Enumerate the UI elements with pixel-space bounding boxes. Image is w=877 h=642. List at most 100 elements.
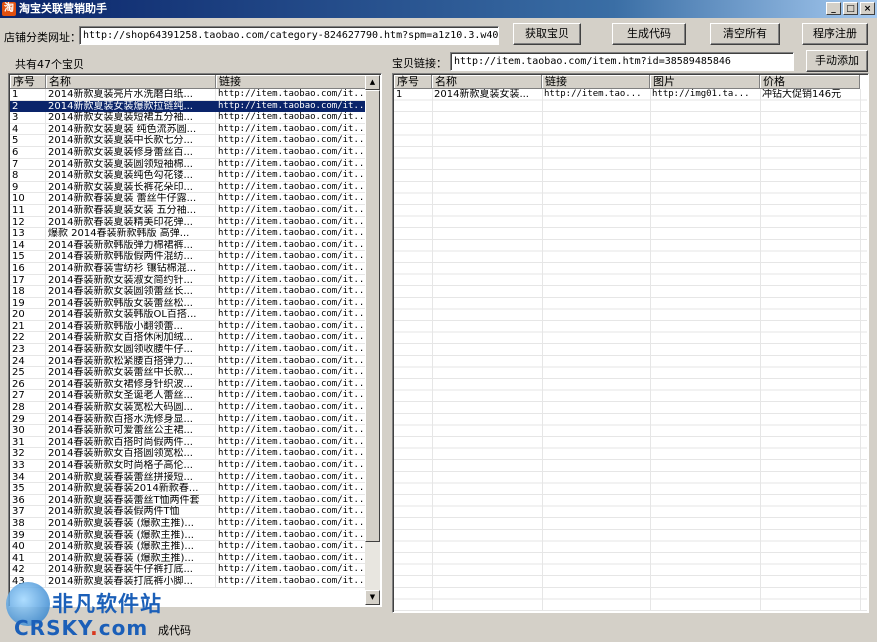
table-row[interactable]: 9 2014新款女装夏装长裤花朵印... http://item.taobao.co…: [10, 181, 367, 194]
table-row[interactable]: 42 2014新款夏装春装牛仔裤打底... http://item.taobao.c…: [10, 564, 367, 576]
table-row[interactable]: 20 2014春装新款女装韩版OL百搭... http://item.taobao.…: [10, 309, 367, 321]
manual-add-button[interactable]: 手动添加: [806, 50, 868, 72]
cell-name: 2014新款夏装春装蕾丝T恤两件套: [46, 494, 216, 507]
table-row[interactable]: 13 爆款 2014春装新款韩版 高弹... http://item.taobao.…: [10, 228, 367, 240]
table-row[interactable]: 27 2014春装新款女圣诞老人蕾丝... http://item.taobao.c…: [10, 390, 367, 403]
cell-no: 39: [10, 529, 46, 542]
table-row[interactable]: 4 2014新款女装夏装 纯色流苏圆... http://item.taobao.c…: [10, 123, 367, 136]
cell-link: http://item.taobao.com/it...: [216, 193, 367, 205]
table-row[interactable]: 30 2014春装新款可爱蕾丝公主裙... http://item.taobao.c…: [10, 425, 367, 437]
close-button[interactable]: ×: [860, 2, 875, 15]
cell-name: 2014新款女装夏装 纯色流苏圆...: [46, 123, 216, 136]
table-row[interactable]: 38 2014新款夏装春装 (爆款主推)... http://item.taobao…: [10, 517, 367, 530]
maximize-button[interactable]: □: [843, 2, 858, 15]
cell-no: 38: [10, 517, 46, 530]
table-row[interactable]: 31 2014春装新款百搭时尚假两件... http://item.taobao.c…: [10, 436, 367, 449]
col-no-header[interactable]: 序号: [10, 75, 46, 89]
cell-no: 32: [10, 448, 46, 460]
table-row[interactable]: 36 2014新款夏装春装蕾丝T恤两件套 http://item.taobao.co…: [10, 494, 367, 507]
col-link-header[interactable]: 链接: [216, 75, 367, 89]
cell-name: 2014新款春装雪纺衫 镶钻棉混...: [46, 262, 216, 275]
minimize-button[interactable]: _: [826, 2, 841, 15]
cell-link: http://item.taobao.com/it...: [216, 262, 367, 275]
table-row[interactable]: 29 2014春装新款百搭水洗修身显... http://item.taobao.c…: [10, 413, 367, 426]
table-row[interactable]: 14 2014春装新款韩版弹力棉裙裤... http://item.taobao.c…: [10, 239, 367, 252]
shop-url-input[interactable]: http://shop64391258.taobao.com/category-…: [79, 26, 499, 45]
cell-name: 爆款 2014春装新款韩版 高弹...: [46, 228, 216, 240]
table-row[interactable]: 41 2014新款夏装春装 (爆款主推)... http://item.taobao…: [10, 552, 367, 565]
clear-all-button[interactable]: 清空所有: [710, 23, 780, 45]
table-row[interactable]: 10 2014新款春装夏装 蕾丝牛仔露... http://item.taobao.…: [10, 193, 367, 205]
table-row[interactable]: 23 2014春装新款女圆领收腰牛仔... http://item.taobao.c…: [10, 344, 367, 356]
cell-no: 3: [10, 112, 46, 124]
cell-link: http://item.taobao.com/it...: [216, 204, 367, 217]
cell-no: 1: [10, 89, 46, 101]
scroll-up-icon[interactable]: ▲: [365, 75, 380, 90]
table-row[interactable]: 1 2014新款夏装亮片水洗磨白纸... http://item.taobao.co…: [10, 89, 367, 101]
register-button[interactable]: 程序注册: [802, 23, 868, 45]
cell-link: http://item.taobao.com/it...: [216, 123, 367, 136]
table-row[interactable]: 17 2014春装新款女装淑女简约针... http://item.taobao.c…: [10, 274, 367, 287]
item-list[interactable]: 序号 名称 链接 1 2014新款夏装亮片水洗磨白纸... http://item.…: [8, 73, 382, 607]
table-row[interactable]: 33 2014春装新款女时尚格子高伦... http://item.taobao.c…: [10, 460, 367, 472]
table-row[interactable]: 6 2014新款女装夏装修身蕾丝百... http://item.taobao.co…: [10, 146, 367, 159]
cell-link: http://item.taobao.com/it...: [216, 529, 367, 542]
scroll-down-icon[interactable]: ▼: [365, 590, 380, 605]
cell-no: 31: [10, 436, 46, 449]
link-list[interactable]: 序号 名称 链接 图片 价格 1 2014新款夏装女装... http://item…: [392, 73, 869, 613]
table-row[interactable]: 19 2014春装新款韩版女装蕾丝松... http://item.taobao.c…: [10, 297, 367, 310]
table-row[interactable]: 37 2014新款夏装春装假两件T恤 http://item.taobao.com/…: [10, 506, 367, 518]
cell-no: 8: [10, 170, 46, 182]
table-row[interactable]: 40 2014新款夏装春装 (爆款主推)... http://item.taobao…: [10, 541, 367, 553]
table-row[interactable]: 7 2014新款女装夏装圆领短袖棉... http://item.taobao.co…: [10, 158, 367, 171]
cell-name: 2014新款夏装亮片水洗磨白纸...: [46, 89, 216, 101]
table-row[interactable]: 21 2014春装新款韩版小翻领蕾... http://item.taobao.co…: [10, 320, 367, 333]
cell-link: http://item.taobao.com/it...: [216, 402, 367, 414]
table-row[interactable]: 25 2014春装新款女装蕾丝中长款... http://item.taobao.c…: [10, 367, 367, 379]
table-row[interactable]: 8 2014新款女装夏装纯色勾花镂... http://item.taobao.co…: [10, 170, 367, 182]
table-row[interactable]: 5 2014新款女装夏装中长款七分... http://item.taobao.co…: [10, 135, 367, 147]
table-row[interactable]: 15 2014春装新款韩版假两件混纺... http://item.taobao.c…: [10, 251, 367, 263]
cell-link: http://item.taobao.com/it...: [216, 541, 367, 553]
table-row[interactable]: 2 2014新款夏装女装爆款拉链纯... http://item.taobao.co…: [10, 100, 367, 113]
col-image-header-right[interactable]: 图片: [650, 75, 760, 89]
cell-link: http://item.taobao.com/it...: [216, 552, 367, 565]
col-name-header[interactable]: 名称: [46, 75, 216, 89]
table-row[interactable]: 32 2014春装新款女百搭圆领宽松... http://item.taobao.c…: [10, 448, 367, 460]
cell-name: 2014春装新款女装韩版OL百搭...: [46, 309, 216, 321]
cell-link: http://item.taobao.com/it...: [216, 170, 367, 182]
table-row[interactable]: 1 2014新款夏装女装... http://item.tao... http://i…: [394, 89, 860, 101]
cell-link: http://item.taobao.com/it...: [216, 332, 367, 345]
table-row[interactable]: 18 2014春装新款女装圆领蕾丝长... http://item.taobao.c…: [10, 286, 367, 298]
cell-name: 2014新款夏装春装假两件T恤: [46, 506, 216, 518]
window-title: 淘宝关联营销助手: [19, 2, 107, 15]
table-row[interactable]: 35 2014新款夏装春装2014新款春... http://item.taobao…: [10, 483, 367, 495]
table-row[interactable]: 28 2014春装新款女装宽松大码圆... http://item.taobao.c…: [10, 402, 367, 414]
cell-name: 2014新款春装夏装精美印花弹...: [46, 216, 216, 229]
generate-code-button[interactable]: 生成代码: [612, 23, 686, 45]
table-row[interactable]: 39 2014新款夏装春装 (爆款主推)... http://item.taobao…: [10, 529, 367, 542]
table-row[interactable]: 34 2014新款夏装春装蕾丝拼接短... http://item.taobao.c…: [10, 471, 367, 484]
col-link-header-right[interactable]: 链接: [542, 75, 650, 89]
col-no-header-right[interactable]: 序号: [394, 75, 432, 89]
table-row[interactable]: 26 2014春装新款女裙修身针织波... http://item.taobao.c…: [10, 378, 367, 391]
scroll-thumb[interactable]: [365, 90, 380, 542]
table-row[interactable]: 22 2014春装新款女百搭休闲加绒... http://item.taobao.c…: [10, 332, 367, 345]
cell-name: 2014春装新款可爱蕾丝公主裙...: [46, 425, 216, 437]
col-price-header-right[interactable]: 价格: [760, 75, 860, 89]
item-list-scrollbar[interactable]: ▲ ▼: [365, 75, 380, 605]
table-row[interactable]: 12 2014新款春装夏装精美印花弹... http://item.taobao.c…: [10, 216, 367, 229]
cell-no: 25: [10, 367, 46, 379]
table-row[interactable]: 16 2014新款春装雪纺衫 镶钻棉混... http://item.taobao.…: [10, 262, 367, 275]
table-row[interactable]: 24 2014春装新款松紧腰百搭弹力... http://item.taobao.c…: [10, 355, 367, 368]
col-name-header-right[interactable]: 名称: [432, 75, 542, 89]
table-row[interactable]: 11 2014新款春装夏装女装 五分袖... http://item.taobao.…: [10, 204, 367, 217]
cell-link: http://item.taobao.com/it...: [216, 494, 367, 507]
cell-no: 11: [10, 204, 46, 217]
item-link-input[interactable]: http://item.taobao.com/item.htm?id=38589…: [450, 52, 794, 71]
cell-link: http://item.taobao.com/it...: [216, 239, 367, 252]
item-count-label: 共有47个宝贝: [15, 58, 84, 71]
table-row[interactable]: 3 2014新款女装夏装短裙五分袖... http://item.taobao.co…: [10, 112, 367, 124]
fetch-items-button[interactable]: 获取宝贝: [513, 23, 581, 45]
cell-name: 2014春装新款女时尚格子高伦...: [46, 460, 216, 472]
